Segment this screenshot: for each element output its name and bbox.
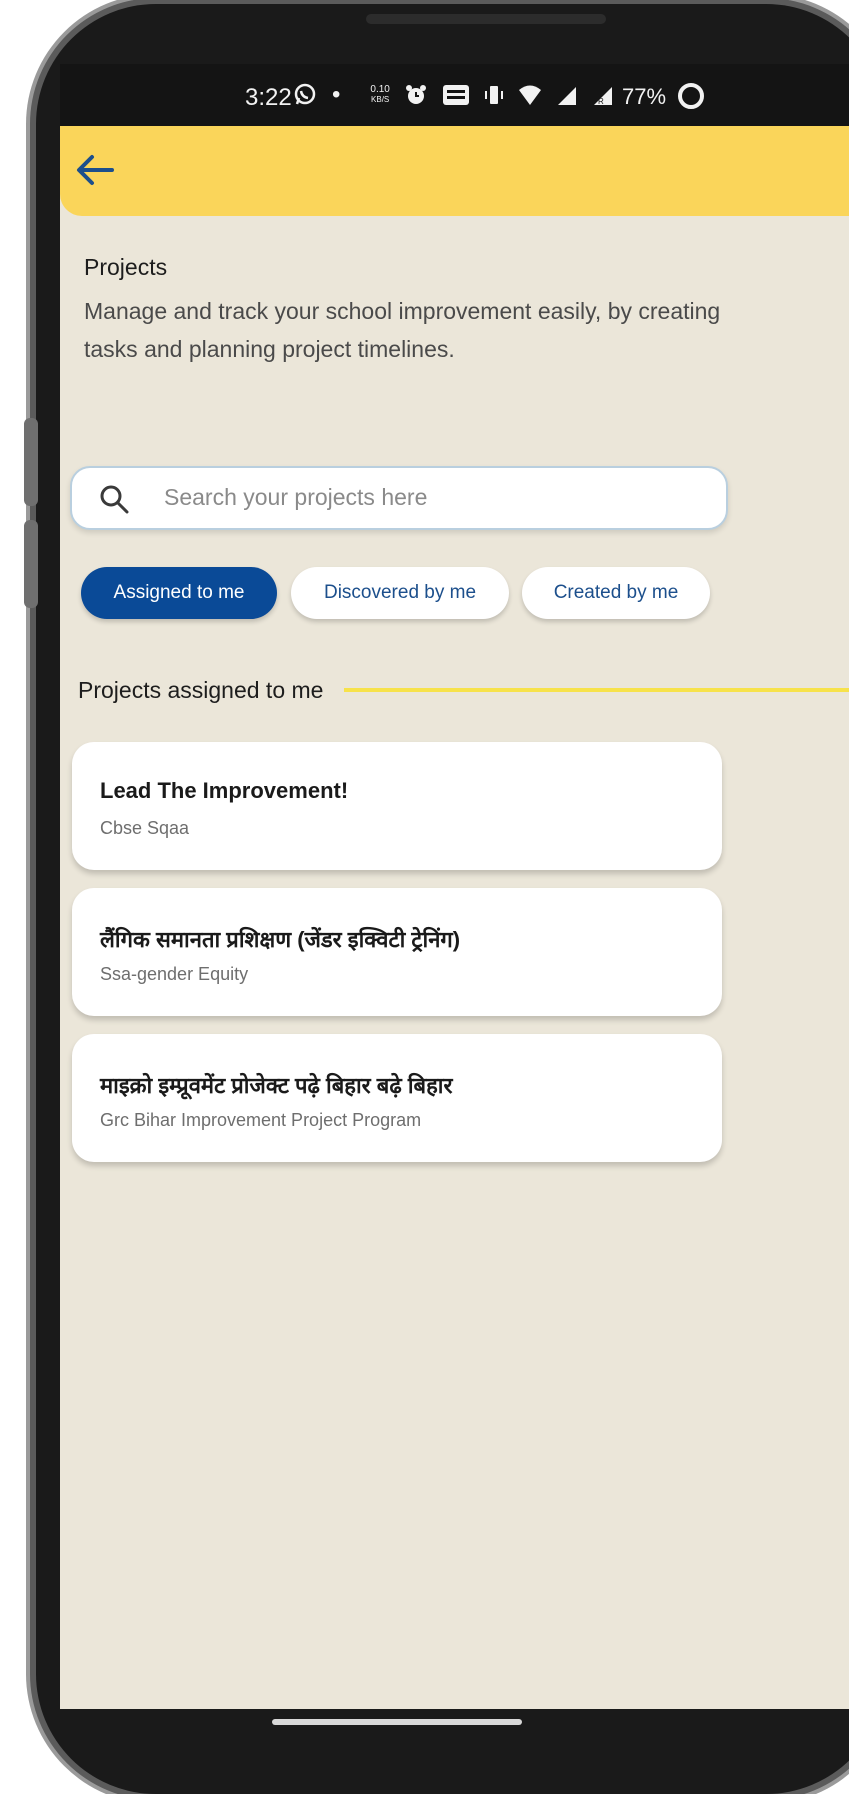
project-title: लैंगिक समानता प्रशिक्षण (जेंडर इक्विटी ट… <box>100 927 461 952</box>
dot-icon: • <box>332 81 341 108</box>
project-subtitle: Ssa-gender Equity <box>100 964 249 984</box>
project-title: माइक्रो इम्प्रूवमेंट प्रोजेक्ट पढ़े बिहा… <box>100 1073 453 1098</box>
project-card[interactable]: माइक्रो इम्प्रूवमेंट प्रोजेक्ट पढ़े बिहा… <box>72 1034 722 1162</box>
back-button[interactable] <box>74 152 124 192</box>
project-subtitle: Cbse Sqaa <box>100 818 190 838</box>
project-card[interactable]: Lead The Improvement! Cbse Sqaa <box>72 742 722 870</box>
signal-icon <box>557 87 576 105</box>
volume-down-button <box>24 520 38 608</box>
net-speed: 0.10 KB/S <box>370 84 390 105</box>
filter-created-by-me[interactable]: Created by me <box>522 567 710 619</box>
page-title: Projects <box>84 254 168 280</box>
wifi-icon <box>518 85 541 105</box>
app-screen: 3:22 • 0.10 KB/S R 77% Projects Manage a… <box>60 64 849 1709</box>
section-title: Projects assigned to me <box>78 677 324 703</box>
home-indicator[interactable] <box>272 1719 522 1725</box>
search-icon <box>100 485 129 514</box>
project-subtitle: Grc Bihar Improvement Project Program <box>100 1110 422 1130</box>
search-field[interactable]: Search your projects here <box>70 466 728 530</box>
filter-discovered-by-me[interactable]: Discovered by me <box>291 567 509 619</box>
page-subtitle: Manage and track your school improvement… <box>84 298 721 362</box>
project-title: Lead The Improvement! <box>100 778 349 803</box>
volte-icon <box>442 85 469 105</box>
battery-icon <box>678 83 704 109</box>
search-input[interactable]: Search your projects here <box>164 484 427 511</box>
speaker-grille <box>366 14 606 24</box>
status-icons: • 0.10 KB/S R <box>292 81 614 109</box>
project-card[interactable]: लैंगिक समानता प्रशिक्षण (जेंडर इक्विटी ट… <box>72 888 722 1016</box>
signal-roaming-icon: R <box>593 87 612 106</box>
section-divider <box>344 688 849 692</box>
status-bar: 3:22 • 0.10 KB/S R 77% <box>60 64 849 126</box>
vibrate-icon <box>484 86 503 104</box>
whatsapp-icon <box>294 83 316 105</box>
app-header <box>60 126 849 216</box>
alarm-icon <box>405 85 426 104</box>
svg-text:R: R <box>598 97 604 106</box>
volume-up-button <box>24 418 38 506</box>
status-time: 3:22 <box>245 84 292 111</box>
filter-assigned-to-me[interactable]: Assigned to me <box>81 567 277 619</box>
arrow-left-icon <box>77 155 114 185</box>
battery-percent: 77% <box>622 84 667 109</box>
